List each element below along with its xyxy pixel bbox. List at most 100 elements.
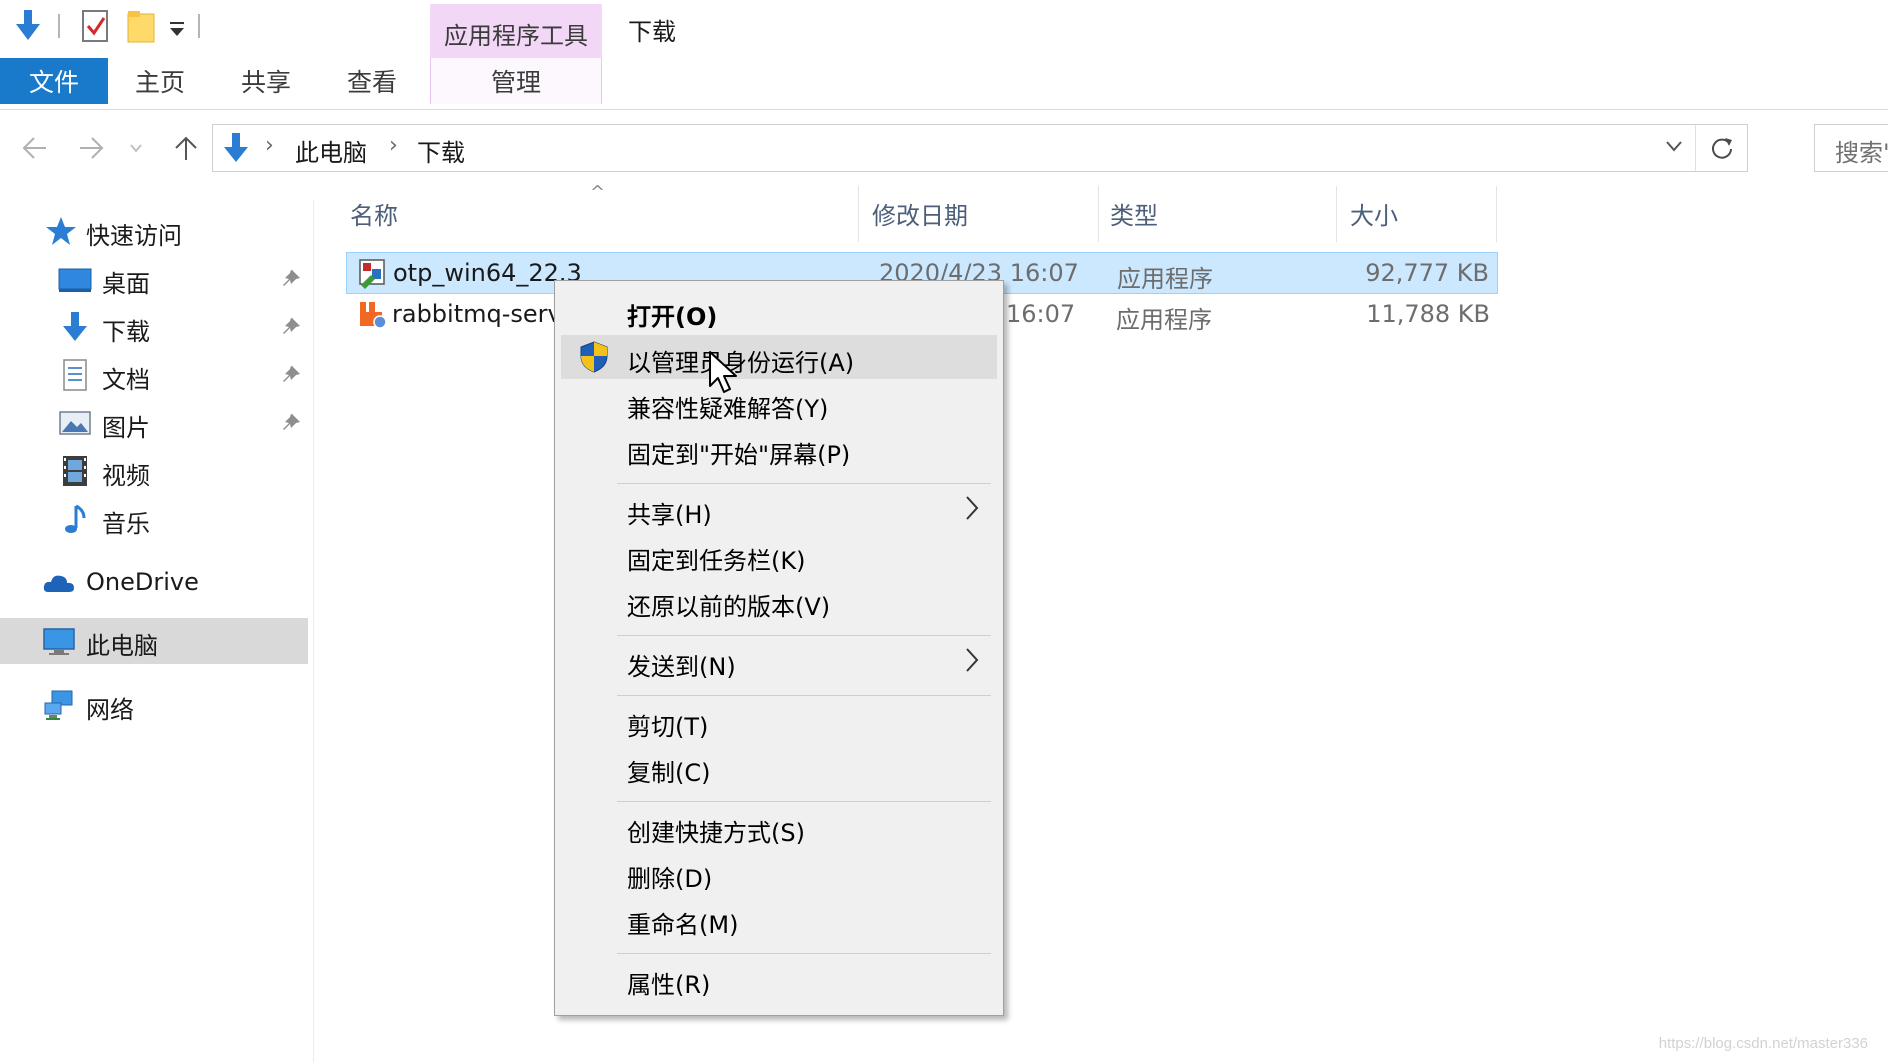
sidebar-item-label: 下载 [102,318,150,346]
sidebar-item-pictures[interactable]: 图片 [0,400,308,446]
customize-dropdown-icon[interactable] [166,8,190,44]
column-divider[interactable] [1098,186,1099,242]
menu-item-troubleshoot-compatibility[interactable]: 兼容性疑难解答(Y) [561,381,997,425]
column-header-date[interactable]: 修改日期 [872,196,968,231]
sidebar-item-desktop[interactable]: 桌面 [0,256,308,302]
star-icon [46,217,76,245]
pin-icon[interactable] [280,316,302,338]
computer-icon [43,628,75,655]
menu-item-delete[interactable]: 删除(D) [561,851,997,895]
menu-item-label: 删除(D) [627,865,713,893]
column-divider[interactable] [1336,186,1337,242]
context-menu: 打开(O) 以管理员身份运行(A) 兼容性疑难解答(Y) 固定到"开始"屏幕(P… [554,280,1004,1016]
sidebar-item-quick-access[interactable]: 快速访问 [0,208,308,254]
download-folder-icon [224,133,248,162]
menu-item-open[interactable]: 打开(O) [561,289,997,333]
menu-item-properties[interactable]: 属性(R) [561,957,997,1001]
sidebar-item-label: 快速访问 [86,222,182,250]
address-bar[interactable]: › 此电脑 › 下载 [212,124,1748,172]
menu-item-rename[interactable]: 重命名(M) [561,897,997,941]
sidebar-item-label: 文档 [102,366,150,394]
column-header-size[interactable]: 大小 [1350,196,1398,231]
column-header-name[interactable]: 名称 [350,196,398,231]
download-icon [63,312,87,341]
arrow-left-icon [22,137,46,159]
network-icon [44,690,73,720]
file-size: 11,788 KB [1366,300,1490,328]
sidebar-item-label: 图片 [102,414,150,442]
sidebar-item-network[interactable]: 网络 [0,682,308,728]
menu-item-run-as-admin[interactable]: 以管理员身份运行(A) [561,335,997,379]
menu-item-pin-to-taskbar[interactable]: 固定到任务栏(K) [561,533,997,577]
menu-item-label: 共享(H) [627,501,712,529]
forward-button[interactable] [72,128,112,168]
menu-item-label: 属性(R) [627,971,711,999]
sidebar-item-this-pc[interactable]: 此电脑 [0,618,308,664]
menu-item-copy[interactable]: 复制(C) [561,745,997,789]
sidebar-item-onedrive[interactable]: OneDrive [0,560,308,606]
column-divider[interactable] [1496,186,1497,242]
mouse-pointer-icon [709,351,737,393]
sidebar-item-label: 网络 [86,696,134,724]
menu-item-restore-previous-versions[interactable]: 还原以前的版本(V) [561,579,997,623]
desktop-icon [58,268,92,292]
up-button[interactable] [166,128,206,168]
menu-item-create-shortcut[interactable]: 创建快捷方式(S) [561,805,997,849]
sidebar-item-label: 桌面 [102,270,150,298]
videos-icon [63,456,87,486]
download-arrow-icon[interactable] [10,8,46,44]
sidebar-item-downloads[interactable]: 下载 [0,304,308,350]
refresh-button[interactable] [1695,125,1747,171]
pin-icon[interactable] [280,364,302,386]
sidebar-item-videos[interactable]: 视频 [0,448,308,494]
rabbitmq-installer-icon [360,302,387,329]
sort-ascending-icon: ^ [590,182,606,203]
menu-separator [617,953,991,954]
menu-item-share[interactable]: 共享(H) [561,487,997,531]
tab-view[interactable]: 查看 [324,58,420,104]
menu-item-pin-to-start[interactable]: 固定到"开始"屏幕(P) [561,427,997,471]
sidebar-item-music[interactable]: 音乐 [0,496,308,542]
chevron-right-icon [966,496,979,520]
file-date: 16:07 [1006,300,1076,328]
menu-item-label: 复制(C) [627,759,711,787]
breadcrumb-this-pc[interactable]: 此电脑 [295,133,367,168]
tab-home[interactable]: 主页 [112,58,208,104]
arrow-right-icon [80,137,104,159]
search-input[interactable]: 搜索"下载" [1814,124,1888,172]
refresh-icon [1711,138,1732,159]
tab-file[interactable]: 文件 [0,58,108,104]
ribbon-tabs: 文件 主页 共享 查看 管理 [0,58,1888,110]
properties-check-icon[interactable] [78,8,114,44]
breadcrumb-separator: › [265,133,274,158]
menu-separator [617,483,991,484]
menu-item-label: 打开(O) [627,303,718,331]
tab-share[interactable]: 共享 [218,58,314,104]
new-folder-icon[interactable] [124,8,160,44]
breadcrumb-downloads[interactable]: 下载 [417,133,465,168]
menu-item-send-to[interactable]: 发送到(N) [561,639,997,683]
uac-shield-icon [580,341,608,373]
menu-item-label: 固定到任务栏(K) [627,547,806,575]
chevron-right-icon [966,648,979,672]
pin-icon[interactable] [280,412,302,434]
back-button[interactable] [14,128,54,168]
recent-locations-button[interactable] [122,128,150,168]
column-header-type[interactable]: 类型 [1110,196,1158,231]
menu-item-cut[interactable]: 剪切(T) [561,699,997,743]
file-type: 应用程序 [1117,265,1213,293]
window-title: 下载 [628,18,676,46]
chevron-down-icon[interactable] [1663,135,1685,157]
application-tools-label: 应用程序工具 [444,22,588,50]
tab-manage[interactable]: 管理 [430,58,602,104]
menu-item-label: 剪切(T) [627,713,709,741]
quick-access-toolbar: 应用程序工具 下载 [0,0,1888,58]
file-size: 92,777 KB [1365,259,1489,287]
sidebar-item-documents[interactable]: 文档 [0,352,308,398]
column-divider[interactable] [858,186,859,242]
toolbar-separator [198,14,200,38]
file-name: rabbitmq-serv [392,300,562,328]
pin-icon[interactable] [280,268,302,290]
search-placeholder: 搜索"下载" [1835,139,1888,167]
toolbar-separator [58,14,60,38]
